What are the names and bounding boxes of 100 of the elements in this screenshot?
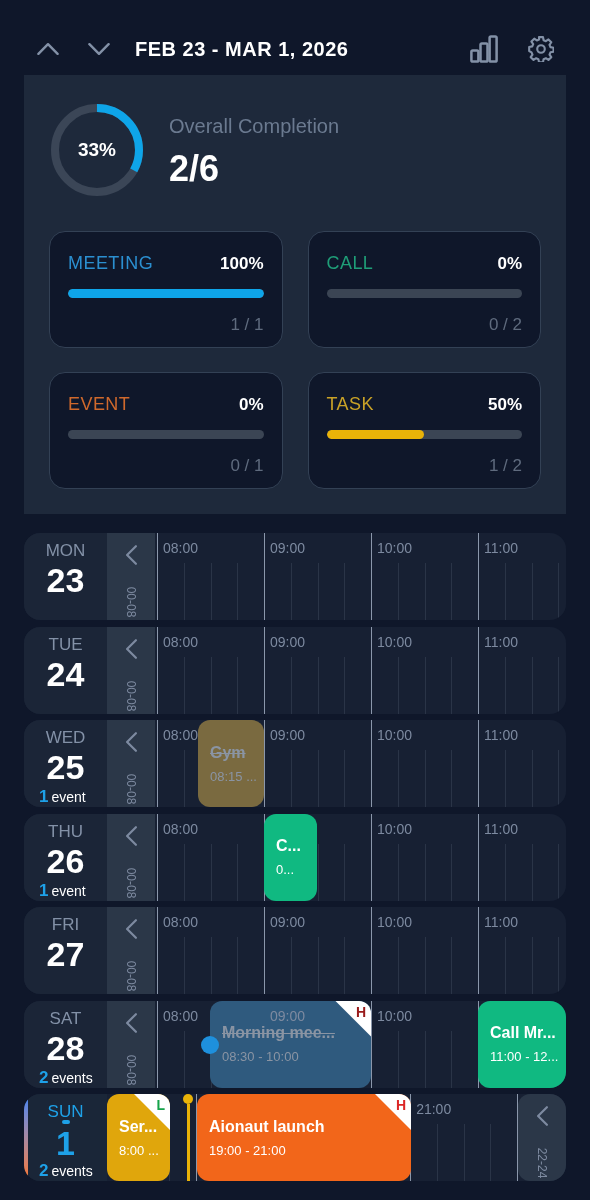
chevron-up-icon	[37, 42, 59, 55]
range-label: 00-08	[123, 680, 139, 711]
hour-label: 08:00	[163, 913, 199, 932]
event-title: C...	[276, 836, 302, 857]
event-count: 2	[39, 1162, 49, 1180]
range-label: 00-08	[123, 586, 139, 618]
overall-count: 2/6	[169, 149, 221, 189]
day-header[interactable]: THU 26 1 event	[24, 813, 107, 901]
event-title: Gym	[210, 742, 247, 763]
range-label: 22-24	[534, 1147, 550, 1179]
category-name: EVENT	[68, 393, 131, 416]
weekday-label: WED	[45, 728, 86, 748]
date-number: 24	[46, 654, 85, 693]
chevron-down-icon	[88, 42, 110, 55]
category-percent: 0%	[238, 393, 264, 416]
chevron-left-icon	[125, 545, 137, 565]
hour-label: 10:00	[377, 913, 413, 932]
date-number: 1	[56, 1124, 75, 1162]
category-count: 1 / 1	[230, 314, 264, 336]
date-number: 27	[46, 935, 85, 973]
hour-label: 10:00	[377, 726, 413, 745]
hour-label: 10:00	[377, 539, 413, 558]
range-label: 00-08	[123, 867, 139, 898]
hour-label: 08:00	[163, 632, 199, 652]
chevron-left-icon	[125, 919, 137, 939]
day-header[interactable]: FRI 27	[24, 907, 107, 994]
weekday-label: SUN	[47, 1102, 84, 1122]
day-header[interactable]: SAT 28 2 events	[24, 1000, 107, 1088]
range-tab[interactable]: 00-08	[107, 907, 155, 994]
chevron-left-icon	[125, 825, 137, 846]
event-block[interactable]: Call Mr... 11:00 - 12...	[478, 1000, 566, 1088]
date-number: 28	[46, 1028, 85, 1067]
bar-chart-icon	[470, 34, 498, 63]
range-label: 00-08	[123, 960, 139, 992]
chevron-left-icon	[125, 638, 137, 659]
hour-label: 10:00	[377, 819, 413, 839]
range-tab[interactable]: 00-08	[107, 720, 155, 807]
range-tab[interactable]: 00-08	[107, 1000, 155, 1088]
event-count: 1	[39, 788, 49, 806]
event-count-label: events	[51, 1068, 93, 1087]
event-time: 11:00 - 12...	[490, 1048, 560, 1067]
range-tab[interactable]: 22-24	[518, 1094, 566, 1181]
stats-button[interactable]	[470, 34, 498, 63]
chevron-left-icon	[536, 1106, 548, 1126]
range-label: 00-08	[123, 773, 139, 805]
chevron-left-icon	[125, 1012, 137, 1033]
range-label: 00-08	[123, 1054, 139, 1085]
event-count: 1	[39, 881, 49, 900]
event-time: 8:00 ...	[119, 1141, 158, 1160]
hour-label: 08:00	[163, 539, 199, 558]
event-time: 19:00 - 21:00	[209, 1141, 287, 1160]
event-count-label: events	[51, 1162, 93, 1180]
range-tab[interactable]: 00-08	[107, 813, 155, 901]
day-header[interactable]: SUN 1 2 events	[24, 1094, 107, 1181]
category-count: 1 / 2	[488, 455, 522, 477]
date-number: 26	[46, 841, 85, 880]
event-title: Ser...	[119, 1116, 158, 1137]
priority-letter: L	[156, 1096, 165, 1112]
event-time: 08:30 - 10:00	[222, 1048, 300, 1067]
overall-label: Overall Completion	[169, 114, 340, 139]
hour-label: 11:00	[484, 819, 518, 839]
category-percent: 100%	[220, 252, 264, 275]
hour-label: 09:00	[270, 913, 306, 932]
day-header[interactable]: WED 25 1 event	[24, 720, 107, 807]
category-name: CALL	[326, 252, 374, 275]
hour-label: 11:00	[484, 632, 518, 652]
weekday-label: TUE	[48, 634, 83, 655]
settings-icon	[528, 35, 554, 62]
range-tab[interactable]: 00-08	[107, 533, 155, 620]
date-number: 25	[46, 748, 85, 786]
event-block[interactable]: C... 0...	[264, 813, 317, 901]
hour-label: 09:00	[270, 726, 306, 745]
hour-label: 11:00	[484, 726, 518, 745]
ring-percent: 33%	[78, 137, 116, 162]
category-count: 0 / 2	[488, 314, 522, 336]
event-title: Morning mee...	[222, 1023, 336, 1044]
hour-label: 08:00	[163, 819, 199, 839]
hour-label: 11:00	[484, 913, 518, 932]
weekday-label: MON	[45, 541, 86, 561]
hour-label: 11:00	[484, 539, 518, 558]
priority-letter: H	[355, 1002, 366, 1019]
day-header[interactable]: MON 23	[24, 533, 107, 620]
day-header[interactable]: TUE 24	[24, 626, 107, 714]
weekday-label: FRI	[51, 915, 80, 935]
category-name: TASK	[326, 393, 374, 416]
hour-label: 08:00	[163, 726, 199, 745]
settings-button[interactable]	[528, 35, 554, 62]
event-block[interactable]: Aionaut launch 19:00 - 21:00 H	[197, 1094, 411, 1181]
hour-label: 10:00	[377, 632, 413, 652]
hour-label: 10:00	[377, 1006, 413, 1026]
event-count-label: event	[51, 881, 86, 900]
hour-label: 09:00	[270, 632, 306, 652]
hour-label: 21:00	[416, 1100, 452, 1119]
range-tab[interactable]: 00-08	[107, 626, 155, 714]
date-number: 23	[46, 561, 85, 599]
hour-label: 08:00	[163, 1006, 199, 1026]
priority-letter: H	[395, 1096, 406, 1112]
event-time: 0...	[276, 861, 296, 880]
event-block[interactable]: Ser... 8:00 ... L	[107, 1094, 170, 1181]
hour-label: 09:00	[270, 1006, 306, 1026]
